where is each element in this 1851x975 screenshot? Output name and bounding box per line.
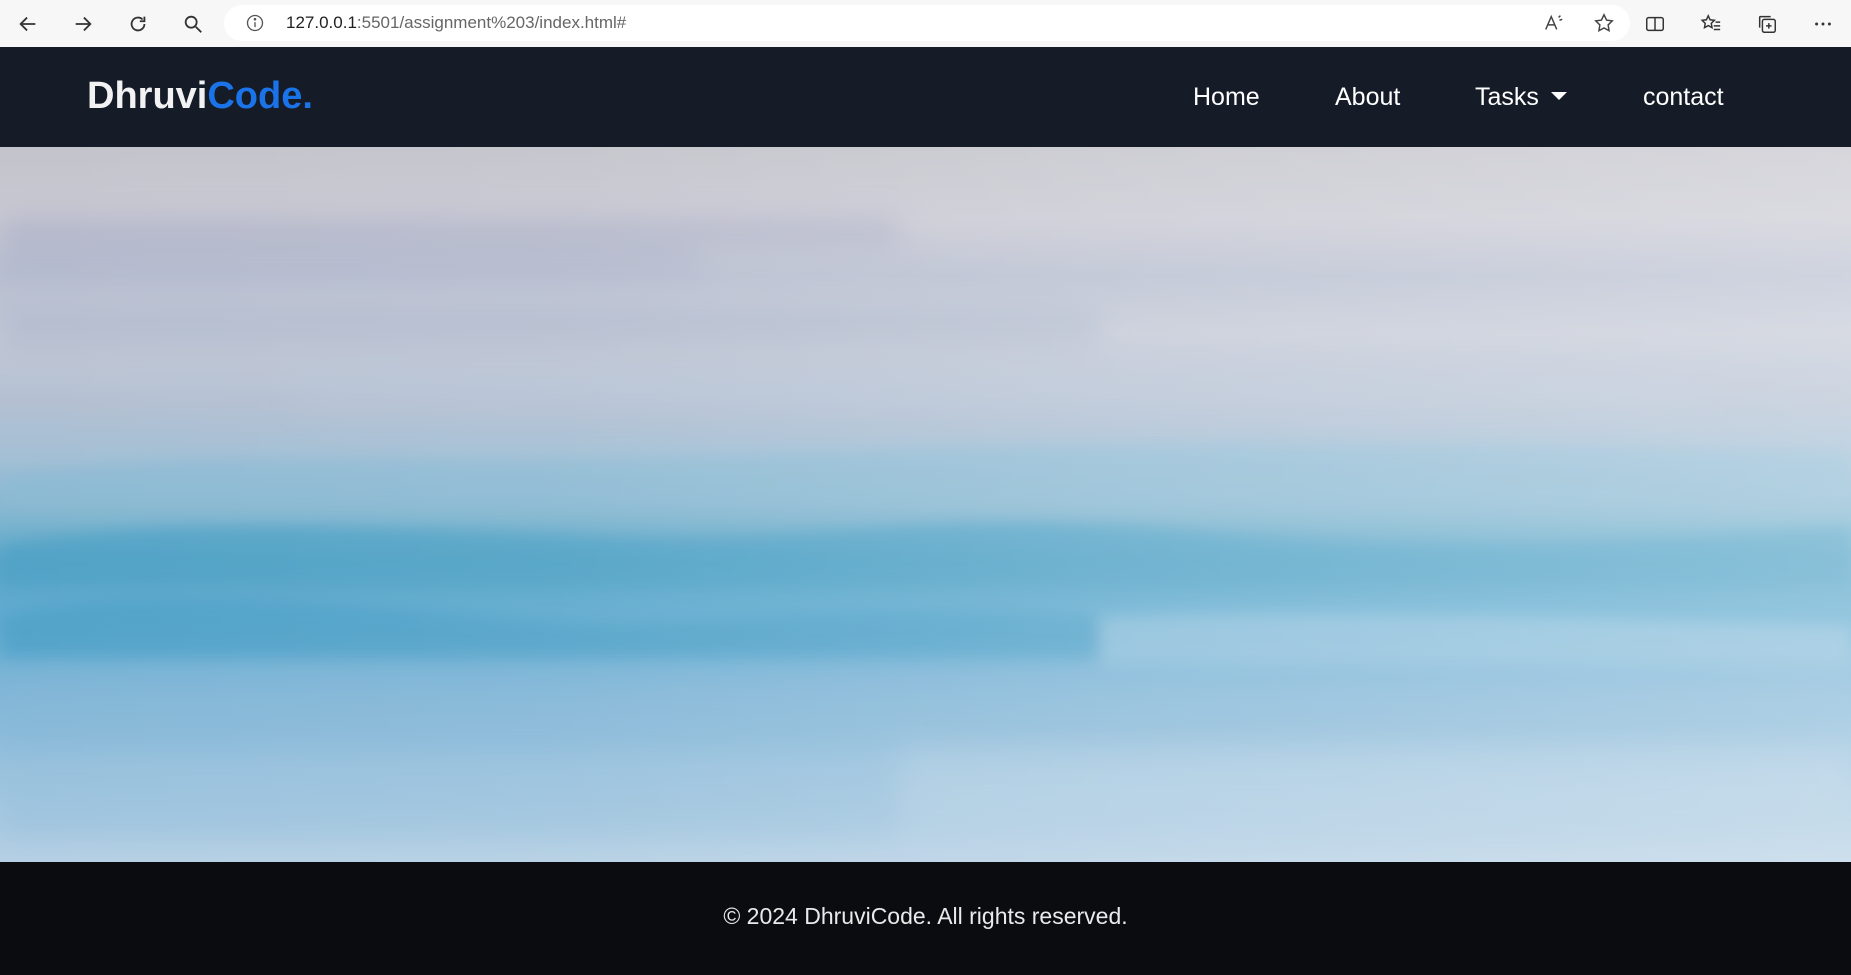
site-logo[interactable]: DhruviCode. — [87, 75, 313, 118]
nav-home-link[interactable]: Home — [1193, 83, 1260, 112]
site-footer: © 2024 DhruviCode. All rights reserved. — [0, 862, 1851, 975]
caret-down-icon — [1550, 92, 1567, 101]
logo-main-text: Dhruvi — [87, 75, 208, 117]
search-icon[interactable] — [165, 0, 220, 47]
refresh-icon[interactable] — [110, 0, 165, 47]
nav-tasks-dropdown[interactable]: Tasks — [1475, 83, 1567, 112]
site-header: DhruviCode. Home About Tasks contact — [0, 47, 1851, 147]
copyright-text: © 2024 DhruviCode. All rights reserved. — [723, 903, 1128, 929]
more-icon[interactable] — [1795, 0, 1851, 47]
url-host: 127.0.0.1 — [286, 13, 357, 32]
split-screen-icon[interactable] — [1627, 0, 1683, 47]
logo-accent-text: Code. — [207, 75, 313, 117]
site-info-icon[interactable] — [244, 12, 266, 34]
url-text[interactable]: 127.0.0.1:5501/assignment%203/index.html… — [286, 13, 626, 33]
url-path: :5501/assignment%203/index.html# — [356, 13, 627, 32]
hero-section — [0, 147, 1851, 862]
nav-contact-link[interactable]: contact — [1643, 83, 1724, 112]
read-aloud-icon[interactable] — [1542, 11, 1566, 35]
collections-icon[interactable] — [1739, 0, 1795, 47]
back-icon[interactable] — [0, 0, 55, 47]
browser-toolbar: 127.0.0.1:5501/assignment%203/index.html… — [0, 0, 1851, 47]
hero-overlay — [0, 147, 1851, 862]
nav-tasks-label: Tasks — [1475, 83, 1539, 111]
favorites-icon[interactable] — [1683, 0, 1739, 47]
forward-icon[interactable] — [55, 0, 110, 47]
favorite-star-icon[interactable] — [1592, 11, 1616, 35]
nav-about-link[interactable]: About — [1335, 83, 1400, 112]
address-bar[interactable]: 127.0.0.1:5501/assignment%203/index.html… — [224, 5, 1630, 41]
